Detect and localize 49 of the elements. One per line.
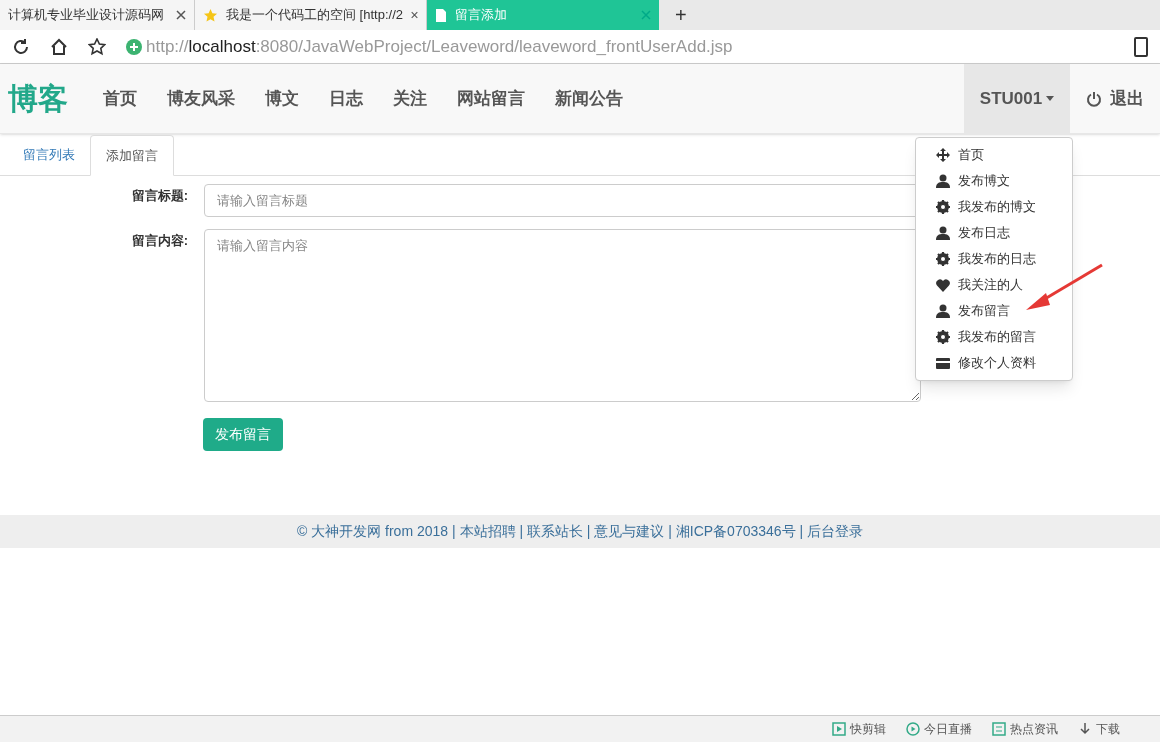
gear-icon <box>936 330 950 344</box>
star-icon[interactable] <box>88 37 106 56</box>
footer-text: © 大神开发网 from 2018 | 本站招聘 | 联系站长 | 意见与建议 | 湘ICP备0703346号 | 后台登录 <box>296 522 864 541</box>
status-bar-item[interactable]: 快剪辑 <box>832 720 886 738</box>
status-bar-item[interactable]: 今日直播 <box>906 720 972 738</box>
power-icon <box>1086 90 1102 107</box>
close-icon[interactable] <box>411 10 418 20</box>
gear-icon <box>936 200 950 214</box>
field-label: 留言标题: <box>130 187 189 205</box>
nav-link[interactable]: 关注 <box>378 85 442 112</box>
star-icon <box>203 7 218 23</box>
news-icon <box>992 722 1006 736</box>
card-icon <box>936 357 950 369</box>
nav-link[interactable]: 首页 <box>88 85 152 112</box>
browser-tab[interactable]: 计算机专业毕业设计源码网 <box>0 0 195 30</box>
page-tab[interactable]: 添加留言 <box>90 135 174 176</box>
status-bar-item[interactable]: 下载 <box>1078 720 1120 738</box>
status-bar-item[interactable]: 热点资讯 <box>992 720 1058 738</box>
page-icon <box>435 7 447 23</box>
user-menu-button[interactable]: STU001 <box>964 64 1070 133</box>
browser-tab[interactable]: 我是一个代码工的空间 [http://2 <box>195 0 427 30</box>
nav-link[interactable]: 新闻公告 <box>540 85 638 112</box>
user-icon <box>936 226 950 240</box>
field-label: 留言内容: <box>130 232 189 250</box>
home-icon[interactable] <box>50 37 68 56</box>
new-tab-button[interactable]: + <box>659 0 703 30</box>
download-icon <box>1078 722 1092 736</box>
user-icon <box>936 304 950 318</box>
move-icon <box>936 148 950 162</box>
shield-icon <box>126 38 142 55</box>
logout-button[interactable]: 退出 <box>1070 64 1160 133</box>
caret-icon <box>1046 96 1055 101</box>
close-icon[interactable] <box>176 10 186 20</box>
video-icon <box>832 722 846 736</box>
address-bar[interactable]: http://localhost:8080/JavaWebProject/Leaveword/leaveword_frontUserAdd.jsp <box>126 32 1114 61</box>
menu-item[interactable]: 首页 <box>916 142 1072 168</box>
message-content-field[interactable]: 请输入留言内容 <box>204 229 921 402</box>
page-tab[interactable]: 留言列表 <box>8 134 90 175</box>
play-icon <box>906 722 920 736</box>
reload-icon[interactable] <box>12 37 30 56</box>
device-icon[interactable] <box>1134 36 1148 57</box>
heart-icon <box>936 278 950 292</box>
nav-link[interactable]: 博友风采 <box>152 85 250 112</box>
gear-icon <box>936 252 950 266</box>
nav-link[interactable]: 博文 <box>250 85 314 112</box>
url-text: http://localhost:8080/JavaWebProject/Leaveword/leaveword_frontUserAdd.jsp <box>146 35 733 58</box>
nav-link[interactable]: 日志 <box>314 85 378 112</box>
user-icon <box>936 174 950 188</box>
nav-link[interactable]: 网站留言 <box>442 85 540 112</box>
